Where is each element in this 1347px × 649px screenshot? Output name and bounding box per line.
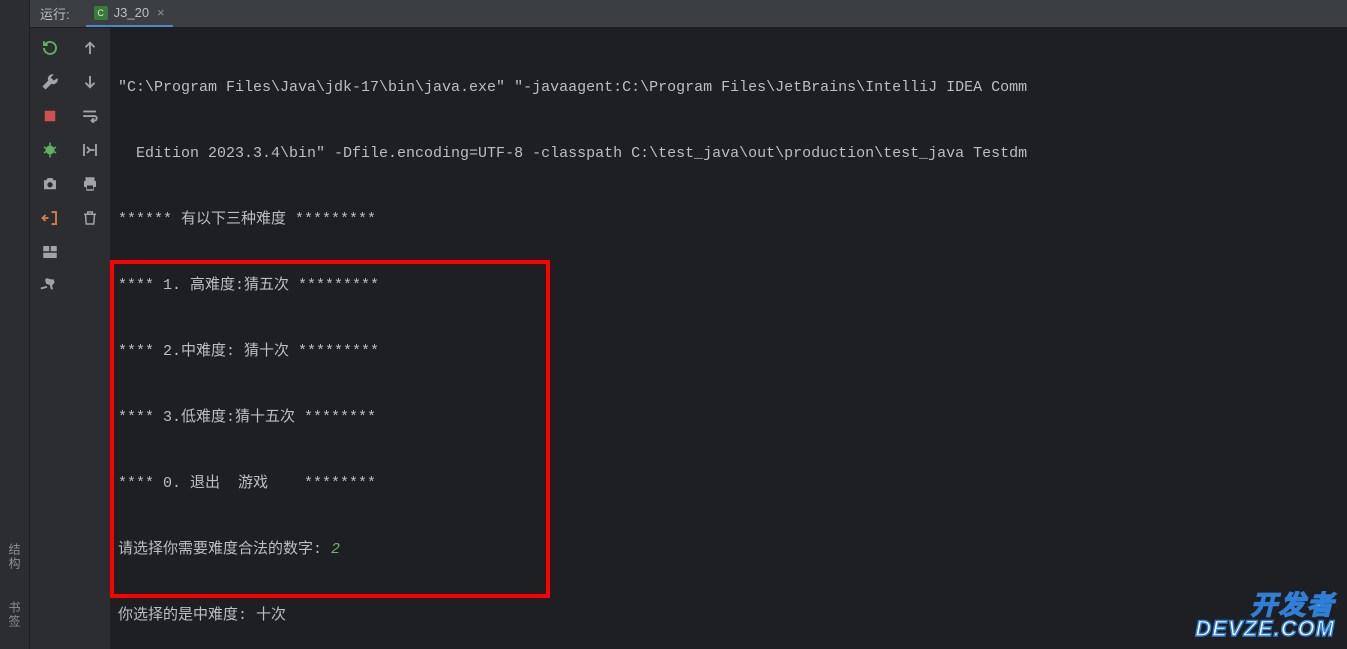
trash-icon[interactable] [80,208,100,228]
wrench-icon[interactable] [40,72,60,92]
output-line: **** 2.中难度: 猜十次 ********* [118,335,1339,368]
run-panel: 运行: C J3_20 × [30,0,1347,649]
close-icon[interactable]: × [157,5,165,20]
run-tab[interactable]: C J3_20 × [86,0,173,27]
debug-rerun-icon[interactable] [40,140,60,160]
up-arrow-icon[interactable] [80,38,100,58]
tab-name: J3_20 [114,5,149,20]
exit-icon[interactable] [40,208,60,228]
camera-icon[interactable] [40,174,60,194]
output-line: **** 3.低难度:猜十五次 ******** [118,401,1339,434]
user-input: 2 [331,541,340,558]
cmd-line: Edition 2023.3.4\bin" -Dfile.encoding=UT… [118,137,1339,170]
rail-structure-label[interactable]: 结构 [6,543,23,571]
cmd-line: "C:\Program Files\Java\jdk-17\bin\java.e… [118,71,1339,104]
pin-icon[interactable] [36,272,63,299]
rerun-icon[interactable] [40,38,60,58]
output-line: **** 0. 退出 游戏 ******** [118,467,1339,500]
output-line: ****** 有以下三种难度 ********* [118,203,1339,236]
down-arrow-icon[interactable] [80,72,100,92]
run-toolbar-col2 [70,28,110,649]
java-class-icon: C [94,6,108,20]
run-topbar: 运行: C J3_20 × [30,0,1347,28]
stop-icon[interactable] [40,106,60,126]
prompt-line: 请选择你需要难度合法的数字: 2 [118,533,1339,566]
output-line: 你选择的是中难度: 十次 [118,599,1339,632]
soft-wrap-icon[interactable] [80,106,100,126]
console-output[interactable]: "C:\Program Files\Java\jdk-17\bin\java.e… [110,28,1347,649]
left-rail: 结构 书签 [0,0,30,649]
run-label: 运行: [40,4,70,23]
print-icon[interactable] [80,174,100,194]
scroll-end-icon[interactable] [80,140,100,160]
run-content: "C:\Program Files\Java\jdk-17\bin\java.e… [30,28,1347,649]
rail-bookmark-label[interactable]: 书签 [6,601,23,629]
run-toolbar-col1 [30,28,70,649]
output-line: **** 1. 高难度:猜五次 ********* [118,269,1339,302]
layout-icon[interactable] [40,242,60,262]
